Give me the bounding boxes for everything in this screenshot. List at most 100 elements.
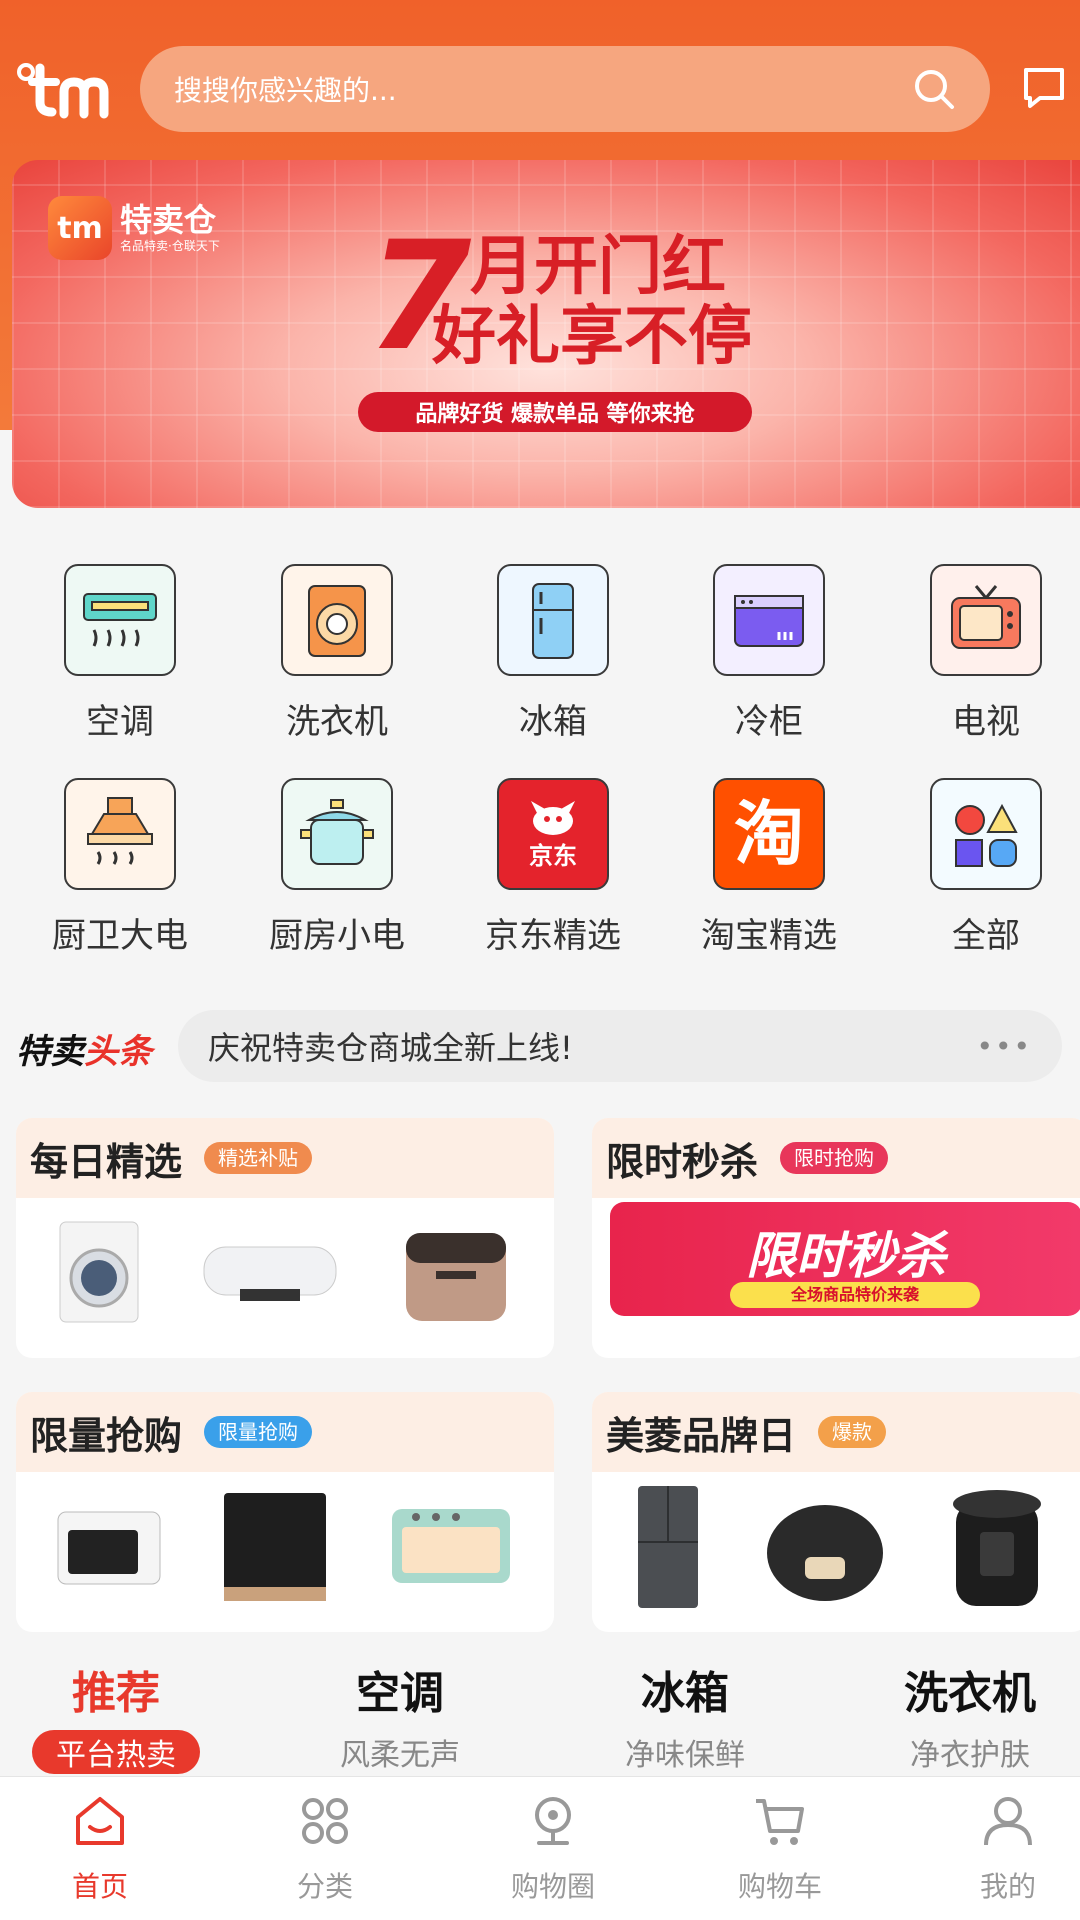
- category-label: 厨卫大电: [52, 916, 188, 956]
- card-title: 每日精选: [30, 1139, 183, 1184]
- refrigerator-icon: [497, 564, 609, 676]
- flash-sale-banner[interactable]: 限时秒杀 全场商品特价来袭: [610, 1202, 1080, 1316]
- bottom-nav: 首页 分类 购物圈 购物车 我的: [0, 1776, 1080, 1920]
- category-jd[interactable]: 京东 京东精选: [463, 778, 643, 957]
- brand-slogan: 名品特卖·仓联天下: [120, 239, 220, 253]
- category-refrigerator[interactable]: 冰箱: [463, 564, 643, 743]
- category-label: 厨房小电: [269, 916, 405, 956]
- category-label: 京东精选: [485, 916, 621, 956]
- air-conditioner-icon: [64, 564, 176, 676]
- user-icon: [984, 1797, 1032, 1846]
- tab-recommend[interactable]: 推荐 平台热卖: [6, 1666, 226, 1774]
- card-title: 美菱品牌日: [606, 1413, 797, 1458]
- jd-icon-text: 京东: [529, 842, 577, 870]
- card-tag: 限时抢购: [780, 1142, 889, 1174]
- tab-washing-machine[interactable]: 洗衣机 净衣护肤: [860, 1666, 1080, 1774]
- flash-sale-title: 限时秒杀: [746, 1227, 946, 1285]
- category-label: 淘宝精选: [701, 916, 837, 956]
- nav-category[interactable]: 分类: [225, 1791, 425, 1905]
- card-tag: 爆款: [818, 1416, 887, 1448]
- category-label: 洗衣机: [286, 702, 388, 742]
- bread-maker-product-image[interactable]: [396, 1213, 516, 1333]
- freezer-icon: [713, 564, 825, 676]
- news-text[interactable]: 庆祝特卖仓商城全新上线!: [208, 1023, 976, 1069]
- tab-title: 冰箱: [641, 1668, 729, 1719]
- promo-card-daily[interactable]: 每日精选 精选补贴: [16, 1118, 554, 1358]
- range-hood-icon: [64, 778, 176, 890]
- more-icon[interactable]: •••: [976, 1030, 1032, 1063]
- nav-home[interactable]: 首页: [0, 1791, 200, 1905]
- nav-shopping-circle[interactable]: 购物圈: [453, 1791, 653, 1905]
- nav-label: 我的: [979, 1870, 1036, 1903]
- promo-banner[interactable]: tm 特卖仓 名品特卖·仓联天下 7 月开门红 好礼享不停 品牌好货 爆款单品 …: [12, 160, 1080, 508]
- rice-cooker-product-image[interactable]: [760, 1487, 890, 1607]
- search-icon[interactable]: [912, 67, 956, 111]
- category-label: 电视: [952, 702, 1020, 742]
- banner-headline: 月开门红: [470, 230, 726, 304]
- card-products: [602, 1472, 1078, 1622]
- chat-icon[interactable]: [1020, 64, 1068, 112]
- tab-subtitle: 平台热卖: [32, 1730, 200, 1774]
- tab-title: 洗衣机: [904, 1668, 1036, 1719]
- brand-logo-icon: tm: [48, 196, 112, 260]
- category-small-appliance[interactable]: 厨房小电: [247, 778, 427, 957]
- location-icon: [535, 1797, 571, 1845]
- banner-pill: 品牌好货 爆款单品 等你来抢: [358, 392, 752, 432]
- tab-subtitle: 风柔无声: [340, 1738, 460, 1773]
- nav-profile[interactable]: 我的: [908, 1791, 1080, 1905]
- search-bar[interactable]: 搜搜你感兴趣的...: [140, 46, 990, 132]
- promo-card-flash-sale[interactable]: 限时秒杀 限时抢购 限时秒杀 全场商品特价来袭: [592, 1118, 1080, 1358]
- banner-subheadline: 好礼享不停: [432, 300, 752, 374]
- steam-oven-product-image[interactable]: [54, 1502, 164, 1592]
- promo-card-limited[interactable]: 限量抢购 限量抢购: [16, 1392, 554, 1632]
- promo-card-brand-day[interactable]: 美菱品牌日 爆款: [592, 1392, 1080, 1632]
- brand-name: 特卖仓: [120, 201, 217, 239]
- tab-subtitle: 净衣护肤: [910, 1738, 1030, 1773]
- tm-logo-icon[interactable]: [16, 62, 116, 122]
- pressure-cooker-product-image[interactable]: [942, 1482, 1052, 1612]
- tab-refrigerator[interactable]: 冰箱 净味保鲜: [575, 1666, 795, 1774]
- jd-icon: 京东: [497, 778, 609, 890]
- nav-label: 首页: [71, 1870, 128, 1903]
- news-title: 特卖头条: [16, 1032, 152, 1072]
- card-tag: 限量抢购: [204, 1416, 313, 1448]
- category-tv[interactable]: 电视: [896, 564, 1076, 743]
- tab-air-conditioner[interactable]: 空调 风柔无声: [290, 1666, 510, 1774]
- category-label: 空调: [86, 702, 154, 742]
- nav-cart[interactable]: 购物车: [680, 1791, 880, 1905]
- category-label: 全部: [952, 916, 1020, 956]
- shapes-icon: [930, 778, 1042, 890]
- pot-icon: [281, 778, 393, 890]
- dishwasher-product-image[interactable]: [220, 1487, 330, 1607]
- card-products: [26, 1198, 544, 1348]
- tab-subtitle: 净味保鲜: [625, 1738, 745, 1773]
- refrigerator-product-image[interactable]: [628, 1482, 708, 1612]
- home-icon: [76, 1797, 124, 1845]
- category-freezer[interactable]: 冷柜: [679, 564, 859, 743]
- cart-icon: [756, 1799, 804, 1845]
- tab-title: 空调: [356, 1668, 444, 1719]
- category-all[interactable]: 全部: [896, 778, 1076, 957]
- category-label: 冷柜: [735, 702, 803, 742]
- banner-brand: tm 特卖仓 名品特卖·仓联天下: [48, 196, 220, 260]
- card-tag: 精选补贴: [204, 1142, 313, 1174]
- category-label: 冰箱: [519, 702, 587, 742]
- washer-product-image[interactable]: [54, 1218, 144, 1328]
- card-title: 限量抢购: [30, 1413, 183, 1458]
- feature-tabs: 推荐 平台热卖 空调 风柔无声 冰箱 净味保鲜 洗衣机 净衣护肤: [0, 1666, 1080, 1776]
- news-bar[interactable]: 庆祝特卖仓商城全新上线! •••: [178, 1010, 1062, 1082]
- nav-label: 购物圈: [510, 1870, 595, 1903]
- category-kitchen-appliance[interactable]: 厨卫大电: [30, 778, 210, 957]
- search-input[interactable]: 搜搜你感兴趣的...: [174, 69, 912, 109]
- water-heater-product-image[interactable]: [200, 1233, 340, 1313]
- taobao-icon-text: 淘: [734, 793, 804, 875]
- tv-icon: [930, 564, 1042, 676]
- tab-title: 推荐: [72, 1668, 160, 1719]
- nav-label: 购物车: [737, 1870, 822, 1903]
- flash-sale-subtitle: 全场商品特价来袭: [730, 1282, 980, 1308]
- category-taobao[interactable]: 淘 淘宝精选: [679, 778, 859, 957]
- category-washing-machine[interactable]: 洗衣机: [247, 564, 427, 743]
- washing-machine-icon: [281, 564, 393, 676]
- category-air-conditioner[interactable]: 空调: [30, 564, 210, 743]
- toaster-oven-product-image[interactable]: [386, 1497, 516, 1597]
